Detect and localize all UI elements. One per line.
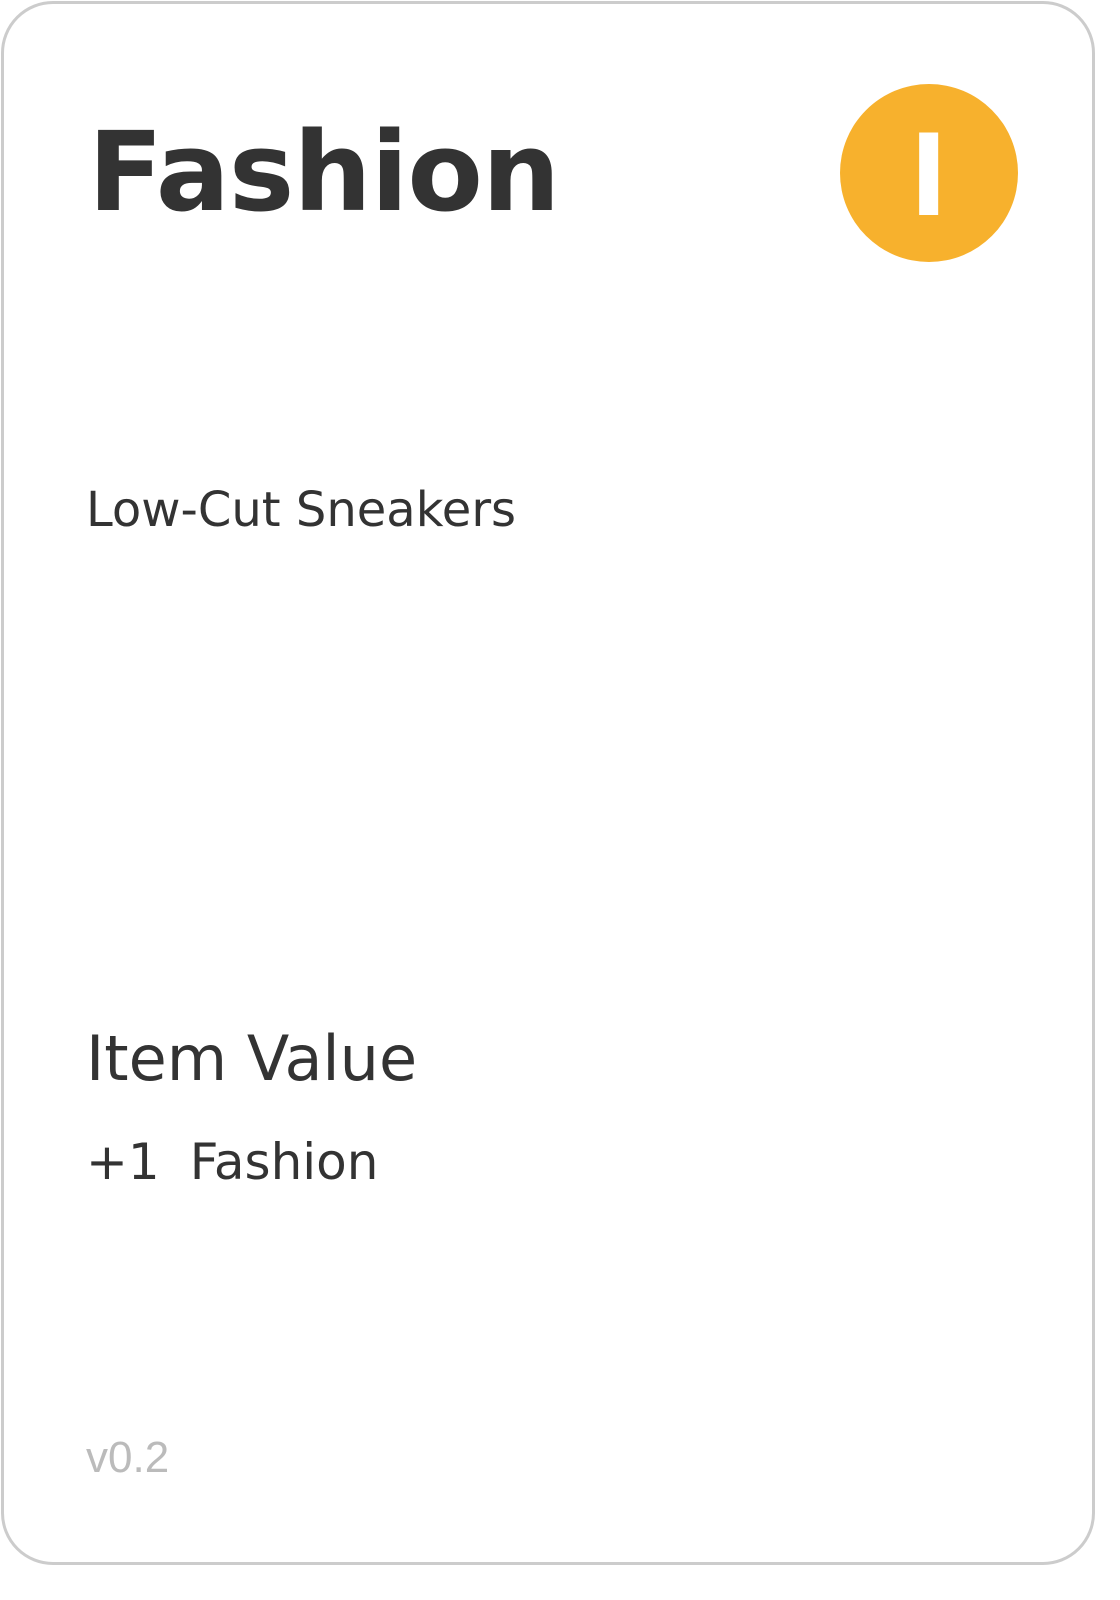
item-name: Low-Cut Sneakers bbox=[86, 482, 517, 538]
stat-amount: +1 bbox=[86, 1133, 160, 1191]
item-value-heading: Item Value bbox=[86, 1022, 418, 1095]
stat-label: Fashion bbox=[189, 1133, 379, 1191]
stat-row: +1 Fashion bbox=[86, 1132, 378, 1192]
card-type-badge: I bbox=[840, 84, 1018, 262]
card-type-letter: I bbox=[910, 107, 948, 241]
item-card: Fashion I Low-Cut Sneakers Item Value +1… bbox=[1, 1, 1095, 1565]
card-title: Fashion bbox=[88, 108, 560, 236]
version-label: v0.2 bbox=[86, 1433, 170, 1482]
